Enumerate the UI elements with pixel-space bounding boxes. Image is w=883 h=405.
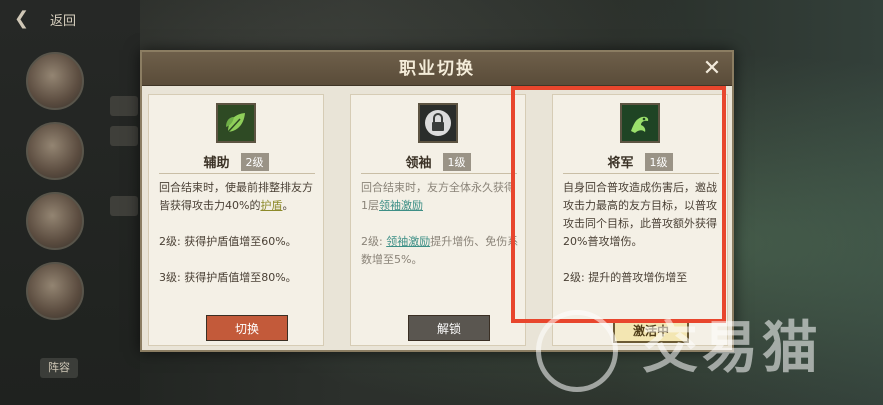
sidebar: ❮ 返回 阵容 (0, 0, 140, 405)
class-level-badge: 2级 (240, 152, 269, 171)
leader-inspire-link[interactable]: 领袖激励 (386, 235, 430, 248)
shield-link[interactable]: 护盾 (260, 199, 282, 212)
highlight-frame (511, 86, 726, 323)
watermark-text: 交易猫 (642, 316, 822, 381)
modal-title: 职业切换 (399, 59, 475, 79)
class-description: 回合结束时，使最前排整排友方皆获得攻击力40%的护盾。 2级: 获得护盾值增至6… (159, 179, 317, 299)
class-description: 回合结束时，友方全体永久获得1层领袖激励 2级: 领袖激励提升增伤、免伤系数增至… (361, 179, 519, 299)
watermark: 交易猫 (532, 300, 882, 392)
avatar[interactable] (26, 262, 84, 320)
side-chip (110, 96, 138, 116)
side-chip (110, 196, 138, 216)
lineup-button[interactable]: 阵容 (40, 358, 78, 378)
desc-text: 2级: (361, 235, 387, 248)
class-card-support: 辅助 2级 回合结束时，使最前排整排友方皆获得攻击力40%的护盾。 2级: 获得… (148, 94, 324, 346)
divider (361, 173, 517, 174)
back-label[interactable]: 返回 (50, 10, 90, 29)
close-icon[interactable]: ✕ (698, 55, 726, 83)
class-level-badge: 1级 (442, 152, 471, 171)
class-name: 领袖 (405, 156, 432, 171)
leader-inspire-link[interactable]: 领袖激励 (379, 199, 423, 212)
avatar[interactable] (26, 52, 84, 110)
desc-level-2: 2级: 获得护盾值增至60%。 (159, 235, 297, 248)
cat-logo-icon (536, 310, 618, 392)
back-arrow-icon[interactable]: ❮ (14, 8, 44, 30)
unlock-button[interactable]: 解锁 (408, 315, 490, 341)
class-name-row: 领袖 1级 (351, 151, 525, 171)
class-name: 辅助 (203, 156, 230, 171)
class-name-row: 辅助 2级 (149, 151, 323, 171)
modal-header: 职业切换 ✕ (142, 52, 732, 86)
desc-level-3: 3级: 获得护盾值增至80%。 (159, 271, 297, 284)
side-chip (110, 126, 138, 146)
switch-button[interactable]: 切换 (206, 315, 288, 341)
lock-icon (418, 103, 458, 143)
desc-text: 。 (282, 199, 294, 212)
class-card-leader: 领袖 1级 回合结束时，友方全体永久获得1层领袖激励 2级: 领袖激励提升增伤、… (350, 94, 526, 346)
avatar[interactable] (26, 192, 84, 250)
divider (159, 173, 315, 174)
avatar[interactable] (26, 122, 84, 180)
leaf-icon (216, 103, 256, 143)
